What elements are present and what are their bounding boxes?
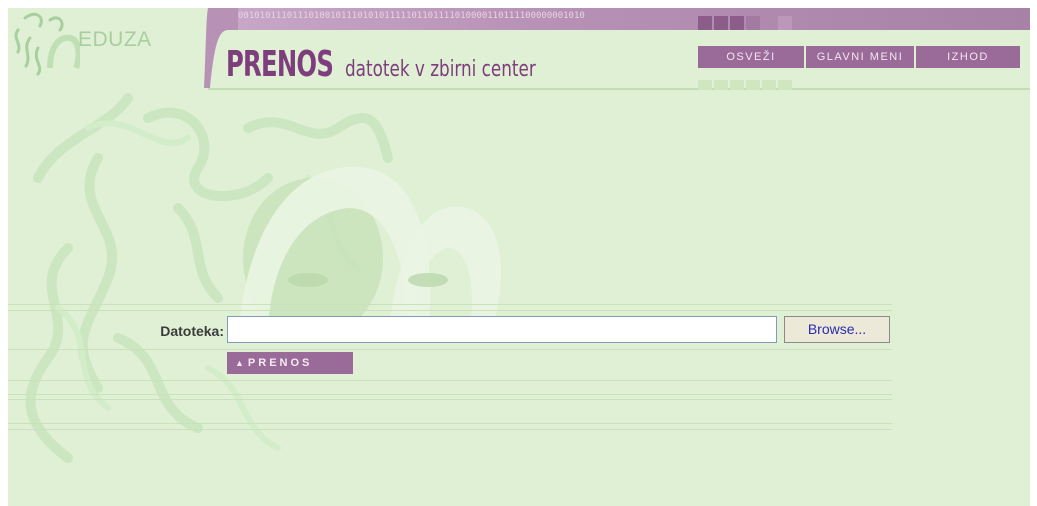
exit-button-label: IZHOD — [947, 51, 989, 63]
guide-line — [8, 423, 892, 424]
main-menu-button-label: GLAVNI MENI — [816, 51, 904, 63]
refresh-button[interactable]: OSVEŽI — [698, 46, 806, 68]
header-divider — [208, 88, 1030, 90]
decor-square — [746, 16, 760, 30]
guide-line — [8, 429, 892, 430]
title-sub: datotek v zbirni center — [345, 57, 537, 82]
page-frame: 0010101110111010010111010101111101101111… — [8, 8, 1030, 506]
decor-square — [778, 16, 792, 30]
browse-button[interactable]: Browse... — [784, 316, 890, 343]
decor-square — [714, 80, 728, 90]
triangle-up-icon: ▲ — [235, 358, 244, 368]
refresh-button-label: OSVEŽI — [726, 51, 776, 63]
decor-square — [746, 80, 760, 90]
file-label: Datoteka: — [160, 323, 224, 339]
guide-line — [8, 399, 892, 400]
decor-square — [698, 16, 712, 30]
upload-button-label: PRENOS — [247, 357, 313, 369]
guide-line — [8, 304, 892, 305]
decor-square — [714, 16, 728, 30]
decor-square — [730, 80, 744, 90]
main-menu-button[interactable]: GLAVNI MENI — [806, 46, 916, 68]
decor-square — [762, 16, 776, 30]
guide-line — [8, 310, 892, 311]
guide-line — [8, 394, 892, 395]
file-input[interactable] — [227, 316, 777, 343]
medusa-logo-icon — [14, 12, 82, 76]
eduza-logo: EDUZA — [10, 8, 210, 82]
guide-line — [8, 380, 892, 381]
binary-strip: 0010101110111010010111010101111101101111… — [238, 11, 585, 21]
upload-button[interactable]: ▲ PRENOS — [227, 352, 353, 374]
decor-square — [730, 16, 744, 30]
exit-button[interactable]: IZHOD — [916, 46, 1020, 68]
page-title: PRENOS datotek v zbirni center — [226, 44, 570, 85]
title-main: PRENOS — [226, 44, 334, 85]
logo-text: EDUZA — [78, 28, 152, 51]
decor-square — [778, 80, 792, 90]
decor-square — [698, 80, 712, 90]
decor-square — [762, 80, 776, 90]
guide-line — [8, 349, 892, 350]
